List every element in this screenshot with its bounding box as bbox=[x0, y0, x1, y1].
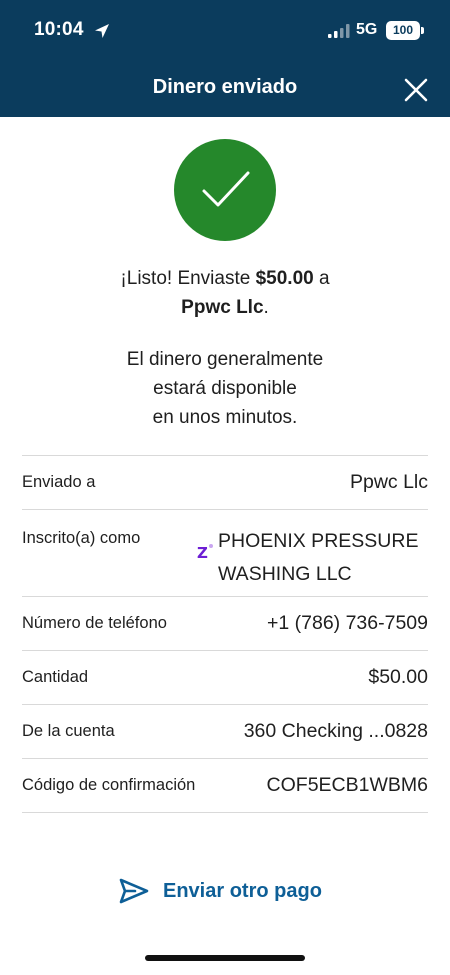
signal-bars-icon bbox=[328, 24, 350, 38]
detail-label: Cantidad bbox=[22, 668, 89, 686]
detail-row-from-account: De la cuenta 360 Checking ...0828 bbox=[22, 705, 428, 759]
availability-message: El dinero generalmente estará disponible… bbox=[0, 345, 450, 432]
home-indicator[interactable] bbox=[145, 955, 305, 961]
close-button[interactable] bbox=[400, 74, 432, 106]
success-badge bbox=[174, 139, 276, 241]
detail-value: 360 Checking ...0828 bbox=[243, 720, 428, 742]
confirmation-suffix: . bbox=[263, 297, 269, 318]
battery-icon: 100 bbox=[386, 21, 420, 40]
location-arrow-icon bbox=[95, 24, 109, 38]
detail-label: De la cuenta bbox=[22, 722, 115, 740]
payment-details: Enviado a Ppwc Llc Inscrito(a) como Z PH… bbox=[22, 455, 428, 813]
confirmation-mid: a bbox=[313, 268, 330, 289]
battery-tip bbox=[421, 27, 424, 34]
detail-label: Inscrito(a) como bbox=[22, 529, 141, 547]
detail-row-sent-to: Enviado a Ppwc Llc bbox=[22, 456, 428, 510]
send-another-payment-label: Enviar otro pago bbox=[163, 879, 322, 902]
network-type: 5G bbox=[356, 21, 378, 38]
detail-value: COF5ECB1WBM6 bbox=[266, 774, 428, 796]
availability-line-3: en unos minutos. bbox=[152, 407, 298, 428]
send-another-payment-button[interactable]: Enviar otro pago bbox=[118, 874, 322, 908]
confirmation-recipient: Ppwc Llc bbox=[181, 297, 264, 318]
checkmark-icon bbox=[202, 171, 250, 207]
page-title: Dinero enviado bbox=[152, 76, 298, 98]
detail-row-phone: Número de teléfono +1 (786) 736-7509 bbox=[22, 597, 428, 651]
detail-label: Número de teléfono bbox=[22, 614, 167, 632]
paper-plane-icon bbox=[119, 878, 149, 904]
enrolled-name-line-2: WASHING LLC bbox=[218, 563, 352, 585]
confirmation-amount: $50.00 bbox=[255, 268, 314, 289]
detail-label: Enviado a bbox=[22, 473, 96, 491]
status-time: 10:04 bbox=[34, 19, 84, 40]
zelle-icon: Z bbox=[197, 544, 213, 561]
detail-row-enrolled-as: Inscrito(a) como Z PHOENIX PRESSURE WASH… bbox=[22, 510, 428, 597]
detail-row-confirmation-code: Código de confirmación COF5ECB1WBM6 bbox=[22, 759, 428, 813]
detail-value: $50.00 bbox=[368, 666, 428, 688]
confirmation-prefix: ¡Listo! Enviaste bbox=[120, 268, 256, 289]
detail-label: Código de confirmación bbox=[22, 776, 196, 794]
availability-line-2: estará disponible bbox=[153, 378, 297, 399]
detail-row-amount: Cantidad $50.00 bbox=[22, 651, 428, 705]
enrolled-name-line-1: PHOENIX PRESSURE bbox=[218, 530, 419, 552]
status-bar: 10:04 5G 100 bbox=[0, 0, 450, 62]
detail-value: Ppwc Llc bbox=[349, 471, 428, 493]
detail-value: +1 (786) 736-7509 bbox=[267, 612, 428, 634]
close-icon bbox=[404, 78, 428, 102]
svg-text:Z: Z bbox=[197, 544, 208, 561]
detail-value: PHOENIX PRESSURE WASHING LLC bbox=[218, 525, 428, 591]
confirmation-message: ¡Listo! Enviaste $50.00 a Ppwc Llc. bbox=[0, 264, 450, 322]
availability-line-1: El dinero generalmente bbox=[126, 349, 324, 370]
header: Dinero enviado bbox=[0, 62, 450, 117]
